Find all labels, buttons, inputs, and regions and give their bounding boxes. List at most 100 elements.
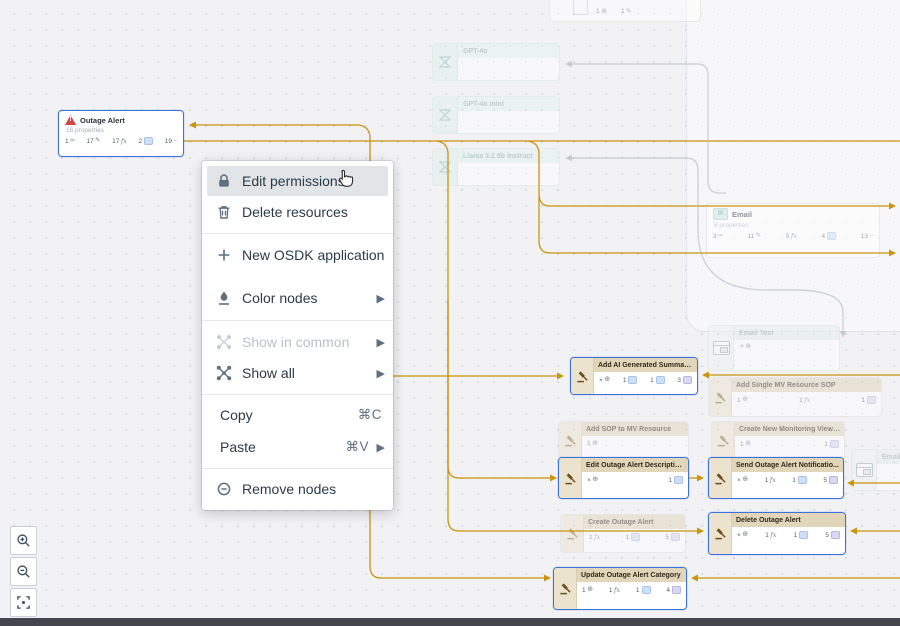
table-icon <box>867 396 876 404</box>
menu-item-copy[interactable]: Copy ⌘C <box>207 400 388 430</box>
node-email-test[interactable]: Email Test × <box>708 325 840 371</box>
bottom-bar <box>0 618 900 626</box>
node-add-sop-to-mv-resource[interactable]: Add SOP to MV Resource 1 <box>558 421 689 459</box>
function-icon <box>804 397 810 404</box>
menu-item-remove-nodes[interactable]: Remove nodes <box>207 474 388 504</box>
menu-divider <box>202 320 393 321</box>
action-gavel-icon <box>554 568 577 609</box>
menu-item-color-nodes[interactable]: Color nodes ▶ <box>207 283 388 313</box>
table-icon <box>671 533 680 541</box>
node-gpt-4o[interactable]: GPT-4o <box>432 43 560 81</box>
chevron-right-icon: ▶ <box>375 336 385 349</box>
node-add-single-mv-resource-sop[interactable]: Add Single MV Resource SOP 1 1 1 <box>708 377 882 417</box>
view-icon <box>674 476 683 484</box>
function-icon <box>791 233 797 240</box>
webhook-icon <box>742 531 748 539</box>
webhook-icon <box>745 440 751 448</box>
action-gavel-icon <box>709 458 732 498</box>
webhook-icon <box>604 376 610 384</box>
node-create-new-monitoring-view[interactable]: Create New Monitoring View R... 1 1 <box>711 421 845 459</box>
shortcut-label: ⌘C <box>358 407 382 423</box>
function-icon <box>614 587 620 594</box>
zoom-in-button[interactable] <box>10 526 37 555</box>
chevron-right-icon: ▶ <box>375 367 385 380</box>
table-icon <box>683 376 692 384</box>
webhook-icon <box>592 476 598 484</box>
view-icon <box>144 137 153 145</box>
zoom-out-button[interactable] <box>10 557 37 586</box>
node-update-outage-alert-category[interactable]: Update Outage Alert Category 1 1 1 4 <box>553 567 687 610</box>
link-icon <box>718 233 723 240</box>
webhook-icon <box>742 396 748 404</box>
node-add-ai-generated-summary[interactable]: Add AI Generated Summary to... × 1 1 3 <box>570 357 698 395</box>
menu-item-edit-permissions[interactable]: Edit permissions <box>207 166 388 196</box>
object-type-icon <box>573 0 588 15</box>
node-title: Update Outage Alert Category <box>577 568 686 582</box>
function-icon <box>770 532 776 539</box>
node-title: Add Single MV Resource SOP <box>732 378 881 392</box>
node-gpt-4o-mini[interactable]: GPT-4o mini <box>432 96 560 134</box>
context-menu: Edit permissions Delete resources New OS… <box>202 161 393 510</box>
node-create-outage-alert[interactable]: Create Outage Alert 1 1 5 <box>560 514 686 553</box>
lock-icon <box>216 173 232 189</box>
node-title: Outage Alert <box>80 116 125 125</box>
graph-nodes-icon <box>216 365 232 381</box>
action-gavel-icon <box>559 422 582 458</box>
view-icon <box>631 533 640 541</box>
menu-divider <box>202 233 393 234</box>
view-icon <box>798 476 807 484</box>
node-outage-alert[interactable]: Outage Alert 16 properties 1 17 17 2 19 <box>58 110 184 157</box>
view-icon <box>656 376 665 384</box>
menu-item-new-osdk-application[interactable]: New OSDK application <box>207 240 388 270</box>
action-gavel-icon <box>571 358 594 394</box>
function-icon <box>121 138 127 145</box>
edit-icon <box>756 233 761 240</box>
node-title: Email <box>732 210 752 219</box>
graph-nodes-icon <box>216 334 232 350</box>
webhook-icon <box>587 586 593 594</box>
node-title: Delete Outage Alert <box>732 513 845 527</box>
hand-cursor <box>334 168 355 191</box>
menu-divider <box>202 468 393 469</box>
node-edit-outage-alert-description[interactable]: Edit Outage Alert Description ... × 1 <box>558 457 689 499</box>
edit-icon <box>95 138 100 145</box>
chevron-right-icon: ▶ <box>375 292 385 305</box>
color-fill-icon <box>216 290 232 306</box>
node-email-test-2[interactable]: Email Te <box>851 449 900 491</box>
node-title: Create Outage Alert <box>584 515 685 529</box>
plus-icon <box>216 247 232 263</box>
function-icon <box>594 534 600 541</box>
model-icon <box>433 44 458 80</box>
node-delete-outage-alert[interactable]: Delete Outage Alert × 1 1 5 <box>708 512 846 555</box>
node-title: Email Test <box>734 326 839 340</box>
view-icon <box>628 376 637 384</box>
menu-item-show-in-common[interactable]: Show in common ▶ <box>207 327 388 357</box>
group-container <box>686 0 900 332</box>
menu-item-paste[interactable]: Paste ⌘V ▶ <box>207 432 388 462</box>
view-icon <box>827 232 836 240</box>
more-icon <box>869 233 873 240</box>
menu-item-delete-resources[interactable]: Delete resources <box>207 197 388 227</box>
menu-item-show-all[interactable]: Show all ▶ <box>207 358 388 388</box>
edit-icon <box>626 9 631 16</box>
email-icon: ✉ <box>713 208 728 220</box>
graph-canvas[interactable]: 1 1 GPT-4o GPT-4o mini Llama 3.1 8b Inst… <box>0 0 900 626</box>
zoom-to-fit-button[interactable] <box>10 588 37 617</box>
node-email[interactable]: ✉ Email 8 properties 3 11 5 4 13 <box>706 203 880 258</box>
menu-divider <box>202 394 393 395</box>
node-partial-top[interactable]: 1 1 <box>549 0 701 22</box>
shortcut-label: ⌘V <box>345 439 369 455</box>
view-icon <box>799 531 808 539</box>
node-title: Email Te <box>877 450 900 464</box>
action-gavel-icon <box>709 378 732 416</box>
node-subtitle: 16 properties <box>59 126 183 134</box>
node-title: Llama 3.1 8b Instruct <box>458 149 559 163</box>
node-send-outage-alert-notification[interactable]: Send Outage Alert Notificatio... × 1 1 5 <box>708 457 844 499</box>
table-icon <box>830 440 839 448</box>
action-gavel-icon <box>709 513 732 554</box>
node-llama[interactable]: Llama 3.1 8b Instruct <box>432 148 560 186</box>
logic-app-icon <box>852 450 877 490</box>
table-icon <box>831 531 840 539</box>
action-gavel-icon <box>559 458 582 498</box>
action-gavel-icon <box>712 422 735 458</box>
